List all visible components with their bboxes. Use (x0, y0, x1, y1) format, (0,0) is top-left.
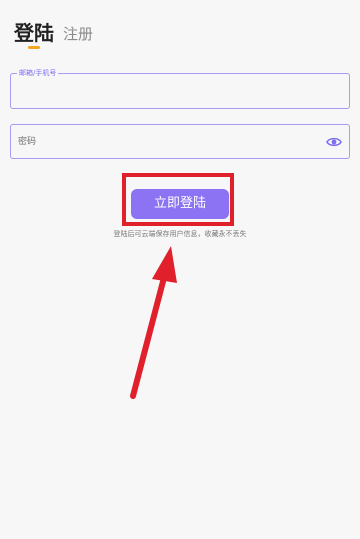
tab-register[interactable]: 注册 (63, 24, 93, 44)
login-screen: 登陆 注册 邮箱/手机号 立即登陆 登陆后可云端保存用户信息，收藏永不丢失 (0, 0, 360, 539)
login-hint-text: 登陆后可云端保存用户信息，收藏永不丢失 (113, 230, 247, 238)
eye-icon[interactable] (326, 135, 342, 149)
tab-login[interactable]: 登陆 (14, 20, 54, 46)
email-input[interactable] (18, 74, 318, 108)
active-tab-indicator (28, 46, 40, 49)
password-input[interactable] (18, 125, 318, 158)
login-button[interactable]: 立即登陆 (131, 189, 229, 219)
password-field (10, 124, 350, 159)
email-field: 邮箱/手机号 (10, 68, 350, 109)
